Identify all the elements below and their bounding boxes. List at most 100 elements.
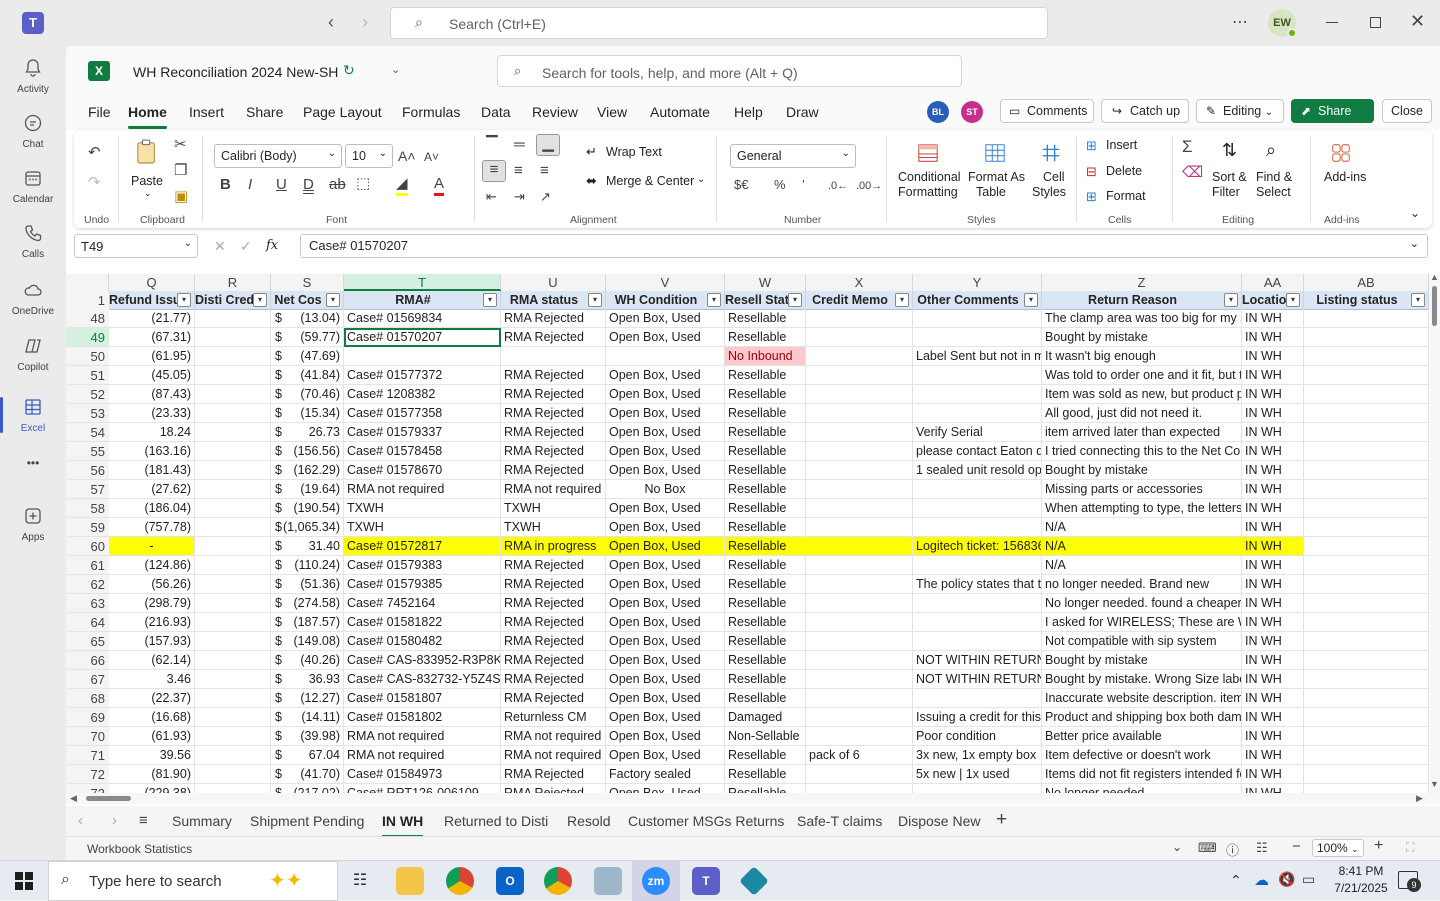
tab-data[interactable]: Data: [481, 104, 511, 120]
cell-aa[interactable]: IN WH: [1242, 328, 1304, 347]
row-number[interactable]: 62: [66, 575, 109, 594]
onedrive-tray-icon[interactable]: ☁: [1254, 871, 1269, 889]
row-number[interactable]: 59: [66, 518, 109, 537]
align-center-icon[interactable]: ≡: [514, 162, 523, 180]
column-header-x[interactable]: X: [806, 274, 913, 291]
clock-date[interactable]: 7/21/2025: [1324, 881, 1398, 895]
tab-insert[interactable]: Insert: [189, 104, 224, 120]
cell-t[interactable]: Case# 01577372: [344, 366, 501, 385]
orientation-icon[interactable]: ↗: [540, 188, 551, 206]
status-chevron-down-icon[interactable]: ⌄: [1172, 840, 1182, 854]
cell-x[interactable]: [806, 537, 913, 556]
tab-file[interactable]: File: [88, 104, 111, 120]
collaborator-avatar[interactable]: BL: [927, 101, 949, 123]
cell-q[interactable]: (23.33): [109, 404, 195, 423]
row-number[interactable]: 67: [66, 670, 109, 689]
cell-x[interactable]: [806, 423, 913, 442]
cell-q[interactable]: (16.68): [109, 708, 195, 727]
row-number[interactable]: 51: [66, 366, 109, 385]
cell-r[interactable]: [195, 385, 271, 404]
back-arrow-icon[interactable]: ‹: [328, 12, 334, 33]
sheet-tab-customer-msgs-returns[interactable]: Customer MSGs Returns: [628, 813, 784, 829]
table-header-cell[interactable]: Refund Issue ▾: [109, 291, 195, 310]
underline-icon[interactable]: U: [276, 176, 287, 194]
cell-v[interactable]: Open Box, Used: [606, 518, 725, 537]
cell-w[interactable]: Resellable: [725, 442, 806, 461]
cell-s[interactable]: $ (59.77): [271, 328, 344, 347]
cell-aa[interactable]: IN WH: [1242, 556, 1304, 575]
cell-aa[interactable]: IN WH: [1242, 575, 1304, 594]
cell-y[interactable]: [913, 594, 1042, 613]
cell-q[interactable]: 3.46: [109, 670, 195, 689]
cell-z[interactable]: Inaccurate website description. item: [1042, 689, 1242, 708]
cell-x[interactable]: [806, 765, 913, 784]
restore-icon[interactable]: [1370, 17, 1381, 28]
cell-v[interactable]: Open Box, Used: [606, 632, 725, 651]
cell-ab[interactable]: [1304, 765, 1429, 784]
cell-t[interactable]: RMA not required: [344, 480, 501, 499]
align-middle-icon[interactable]: ═: [514, 136, 525, 154]
cell-s[interactable]: $ (14.11): [271, 708, 344, 727]
cell-aa[interactable]: IN WH: [1242, 309, 1304, 328]
autosum-icon[interactable]: Σ: [1182, 138, 1193, 156]
cell-y[interactable]: 5x new | 1x used: [913, 765, 1042, 784]
cell-y[interactable]: Label Sent but not in m: [913, 347, 1042, 366]
cell-t[interactable]: Case# 01579383: [344, 556, 501, 575]
cell-y[interactable]: [913, 366, 1042, 385]
cell-q[interactable]: (21.77): [109, 309, 195, 328]
cell-ab[interactable]: [1304, 442, 1429, 461]
cell-u[interactable]: RMA Rejected: [501, 651, 606, 670]
column-header-z[interactable]: Z: [1042, 274, 1242, 291]
cell-u[interactable]: RMA Rejected: [501, 385, 606, 404]
cell-w[interactable]: No Inbound: [725, 347, 806, 366]
cell-u[interactable]: TXWH: [501, 499, 606, 518]
rail-item-calls[interactable]: Calls: [0, 215, 66, 271]
cell-z[interactable]: Bought by mistake: [1042, 328, 1242, 347]
cell-w[interactable]: Resellable: [725, 518, 806, 537]
cell-ab[interactable]: [1304, 309, 1429, 328]
cell-y[interactable]: Logitech ticket: 156836: [913, 537, 1042, 556]
cell-aa[interactable]: IN WH: [1242, 480, 1304, 499]
cell-ab[interactable]: [1304, 499, 1429, 518]
cell-y[interactable]: [913, 556, 1042, 575]
cell-s[interactable]: $ (110.24): [271, 556, 344, 575]
cell-aa[interactable]: IN WH: [1242, 670, 1304, 689]
cell-w[interactable]: Resellable: [725, 670, 806, 689]
cell-v[interactable]: Open Box, Used: [606, 708, 725, 727]
table-header-cell[interactable]: Resell Stat ▾: [725, 291, 806, 310]
document-title[interactable]: WH Reconciliation 2024 New-SH: [133, 64, 338, 80]
number-format-select[interactable]: General ⌄: [730, 144, 856, 168]
cell-q[interactable]: (157.93): [109, 632, 195, 651]
cell-y[interactable]: 3x new, 1x empty box: [913, 746, 1042, 765]
cell-s[interactable]: $ (15.34): [271, 404, 344, 423]
cell-s[interactable]: $ (149.08): [271, 632, 344, 651]
user-avatar[interactable]: EW: [1268, 9, 1297, 38]
cell-w[interactable]: Resellable: [725, 746, 806, 765]
cell-q[interactable]: (216.93): [109, 613, 195, 632]
filter-dropdown-icon[interactable]: ▾: [177, 293, 191, 307]
cell-s[interactable]: $ (274.58): [271, 594, 344, 613]
scrollbar-thumb[interactable]: [1432, 286, 1437, 326]
filter-dropdown-icon[interactable]: ▾: [707, 293, 721, 307]
cell-x[interactable]: [806, 632, 913, 651]
cell-z[interactable]: Bought by mistake: [1042, 651, 1242, 670]
cell-u[interactable]: RMA not required: [501, 480, 606, 499]
cell-ab[interactable]: [1304, 518, 1429, 537]
cell-z[interactable]: N/A: [1042, 537, 1242, 556]
cell-y[interactable]: [913, 328, 1042, 347]
cell-t[interactable]: Case# 01579385: [344, 575, 501, 594]
tab-scroll-right-icon[interactable]: ›: [112, 812, 117, 829]
zoom-out-icon[interactable]: −: [1292, 838, 1301, 855]
cell-aa[interactable]: IN WH: [1242, 461, 1304, 480]
row-number[interactable]: 56: [66, 461, 109, 480]
global-search-box[interactable]: ⌕ Search (Ctrl+E): [390, 7, 1048, 39]
ribbon-expand-chevron-icon[interactable]: ⌄: [1410, 206, 1420, 220]
network-icon[interactable]: ▭: [1302, 871, 1315, 888]
tray-chevron-up-icon[interactable]: ⌃: [1230, 872, 1242, 889]
cell-t[interactable]: Case# 01581822: [344, 613, 501, 632]
cell-x[interactable]: [806, 499, 913, 518]
cell-t[interactable]: [344, 347, 501, 366]
cell-w[interactable]: Resellable: [725, 480, 806, 499]
cell-z[interactable]: N/A: [1042, 556, 1242, 575]
file-explorer-icon[interactable]: [396, 867, 424, 895]
